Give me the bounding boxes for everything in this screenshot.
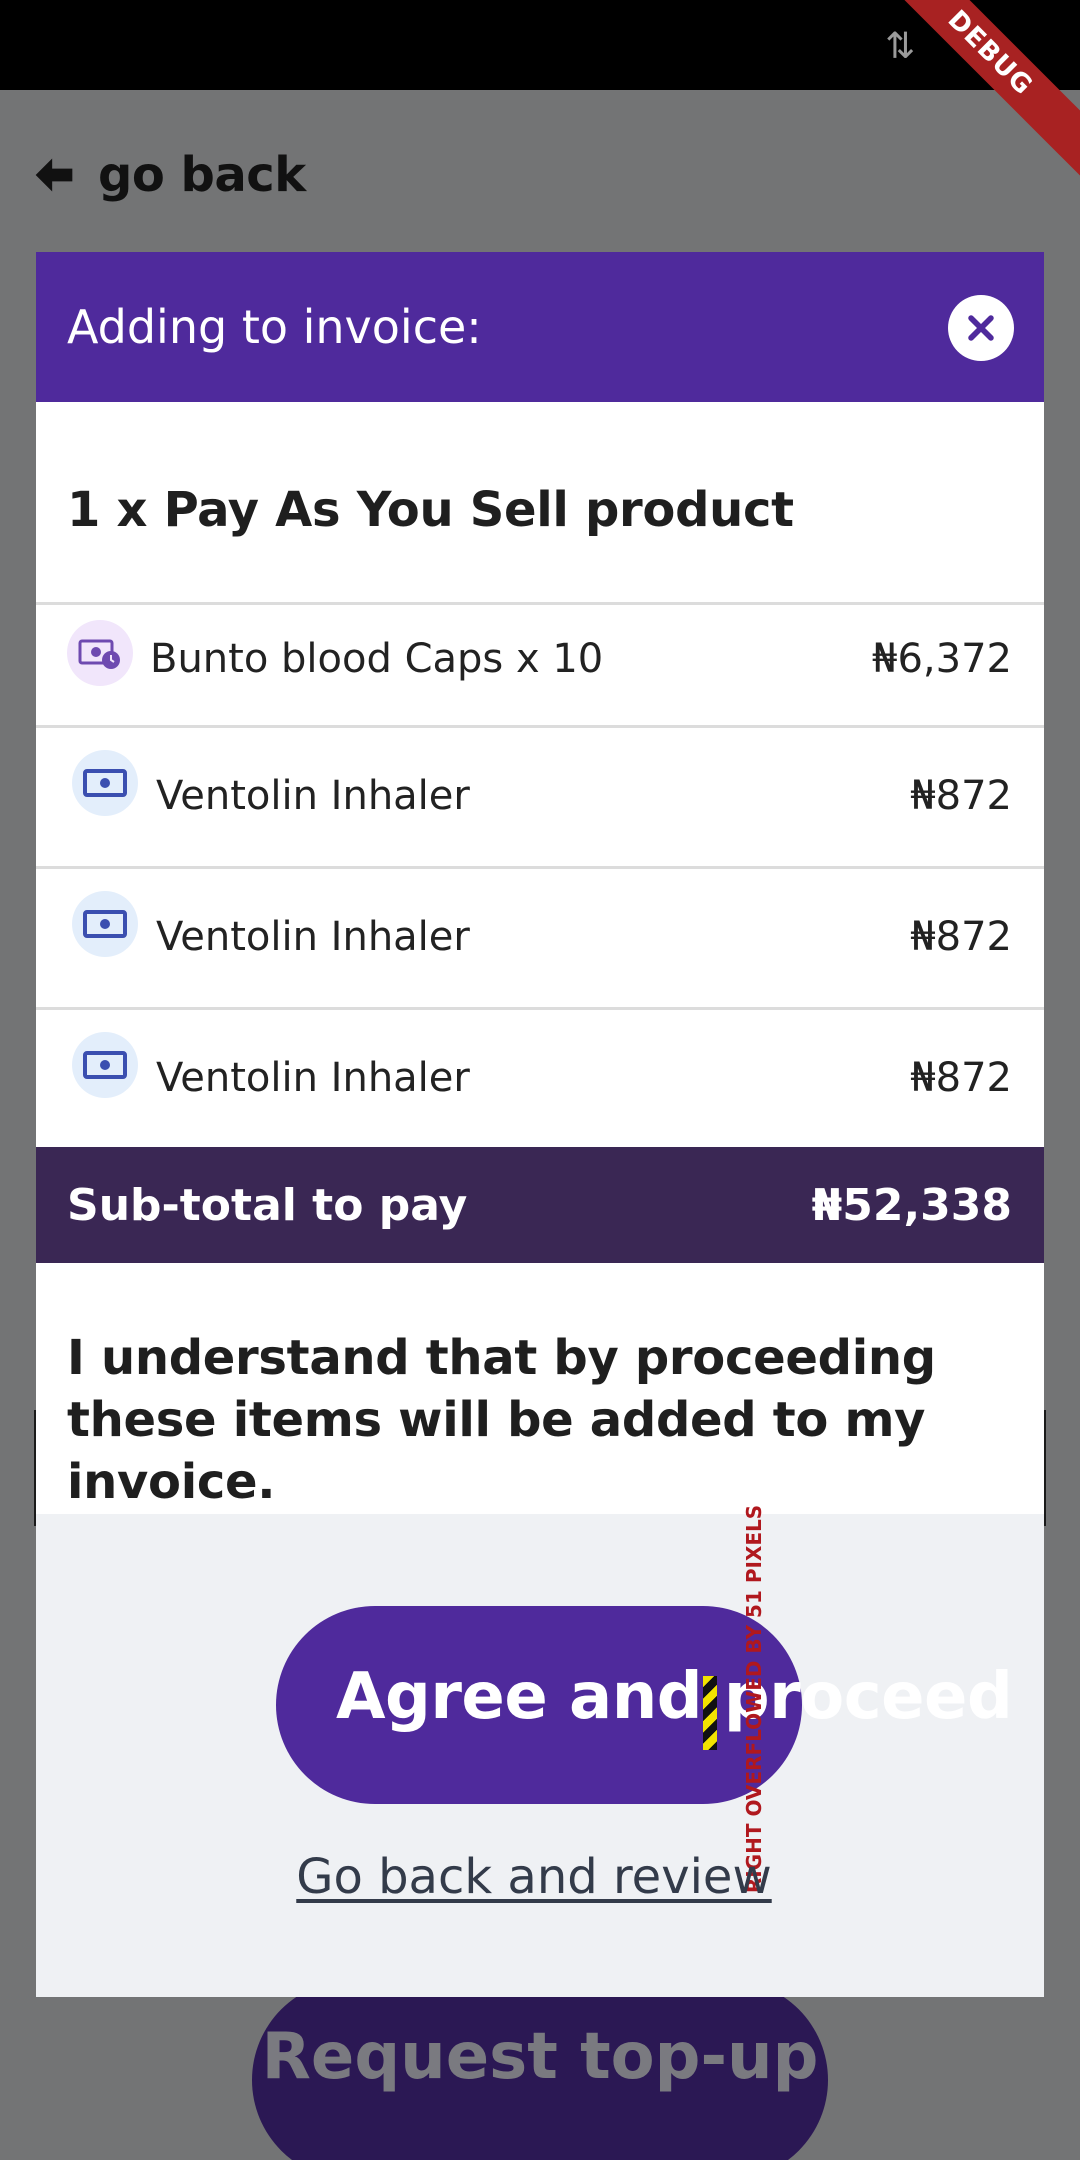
overflow-warning: RIGHT OVERFLOWED BY 51 PIXELS: [736, 1505, 772, 1893]
item-name: Ventolin Inhaler: [156, 914, 470, 960]
item-name: Bunto blood Caps x 10: [150, 636, 604, 682]
item-price: ₦872: [910, 1055, 1012, 1101]
product-title: 1 x Pay As You Sell product: [67, 482, 794, 538]
request-topup-button[interactable]: Request top-up: [252, 1980, 828, 2160]
agree-and-proceed-label: Agree and proceed: [336, 1660, 1013, 1734]
item-price: ₦6,372: [872, 636, 1012, 682]
invoice-item: Bunto blood Caps x 10 ₦6,372: [36, 602, 1044, 725]
close-button[interactable]: [948, 295, 1014, 361]
request-topup-label: Request top-up: [261, 2020, 819, 2094]
subtotal-label: Sub-total to pay: [67, 1179, 468, 1231]
invoice-item: Ventolin Inhaler ₦872: [36, 1007, 1044, 1147]
go-back-and-review-link[interactable]: Go back and review: [36, 1849, 1032, 1905]
data-signal-icon: ⇅: [885, 26, 916, 67]
invoice-item-list: Bunto blood Caps x 10 ₦6,372 Ventolin In…: [36, 602, 1044, 1147]
dialog-header: Adding to invoice:: [36, 252, 1044, 402]
invoice-item: Ventolin Inhaler ₦872: [36, 866, 1044, 1007]
item-price: ₦872: [910, 914, 1012, 960]
item-name: Ventolin Inhaler: [156, 1055, 470, 1101]
money-clock-icon: [67, 620, 133, 686]
close-icon: [968, 315, 994, 341]
item-name: Ventolin Inhaler: [156, 773, 470, 819]
banknote-icon: [72, 750, 138, 816]
subtotal-value: ₦52,338: [811, 1179, 1012, 1231]
go-back-link[interactable]: go back: [32, 140, 306, 210]
invoice-dialog: Adding to invoice: 1 x Pay As You Sell p…: [36, 252, 1044, 1997]
dialog-actions: Agree and proceed RIGHT OVERFLOWED BY 51…: [36, 1505, 1044, 1997]
subtotal-bar: Sub-total to pay ₦52,338: [36, 1147, 1044, 1263]
item-price: ₦872: [910, 773, 1012, 819]
dialog-title: Adding to invoice:: [67, 300, 482, 354]
banknote-icon: [72, 1032, 138, 1098]
invoice-item: Ventolin Inhaler ₦872: [36, 725, 1044, 866]
overflow-indicator-stripe: [703, 1676, 717, 1750]
arrow-left-icon: [35, 158, 73, 192]
banknote-icon: [72, 891, 138, 957]
overflow-warning-label: RIGHT OVERFLOWED BY 51 PIXELS: [742, 1504, 766, 1894]
go-back-label: go back: [98, 147, 306, 203]
consent-text: I understand that by proceeding these it…: [67, 1330, 936, 1510]
